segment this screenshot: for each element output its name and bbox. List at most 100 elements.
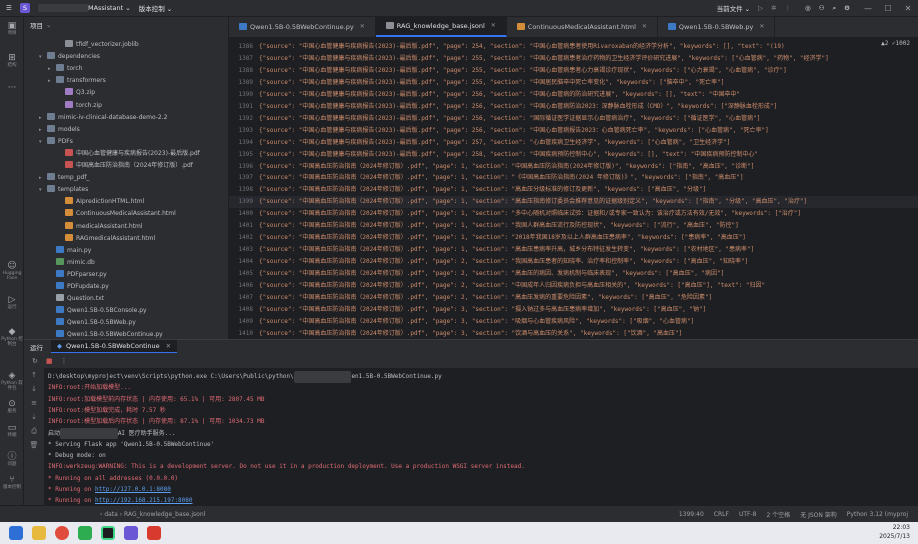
maximize-button[interactable]: ☐ bbox=[878, 4, 898, 13]
tree-item[interactable]: main.py bbox=[48, 245, 91, 257]
rerun-icon[interactable]: ↻ bbox=[32, 357, 38, 365]
code-line[interactable]: 1409 {"source": "中国高血压防治指南（2024年修订版）.pdf"… bbox=[229, 316, 918, 328]
pycharm-icon[interactable] bbox=[101, 526, 115, 540]
tree-item[interactable]: Qwen1.5B-0.5BConsole.py bbox=[48, 305, 147, 317]
tree-item[interactable]: Qwen1.5B-0.5BWeb.py bbox=[48, 317, 136, 329]
project-badge[interactable]: S bbox=[19, 3, 30, 13]
tool-vcs[interactable]: ⑂ 版本控制 bbox=[0, 475, 24, 490]
project-panel-title[interactable]: 项目 bbox=[30, 20, 43, 30]
tree-item[interactable]: ContinuousMedicalAssistant.html bbox=[57, 208, 176, 220]
line-separator[interactable]: CRLF bbox=[714, 511, 729, 518]
code-line[interactable]: 1404 {"source": "中国高血压防治指南（2024年修订版）.pdf"… bbox=[229, 256, 918, 268]
tool-terminal[interactable]: ▭ 终端 bbox=[0, 423, 24, 438]
tree-item[interactable]: 中国高血压防治指南（2024年修订版）.pdf bbox=[57, 160, 193, 172]
tool-python-console[interactable]: ◆ Python 控制台 bbox=[0, 327, 24, 347]
run-tab[interactable]: ◆ Qwen1.5B-0.5BWebContinue ✕ bbox=[51, 339, 178, 354]
arrow-down-icon[interactable]: ↓ bbox=[24, 382, 44, 396]
tree-item[interactable]: tfidf_vectorizer.joblib bbox=[57, 39, 139, 51]
windows-start-icon[interactable] bbox=[9, 526, 23, 540]
close-icon[interactable]: ✕ bbox=[642, 23, 647, 30]
close-icon[interactable]: ✕ bbox=[759, 23, 764, 30]
code-line[interactable]: 1396 {"source": "中国高血压防治指南（2024年修订版）.pdf"… bbox=[229, 161, 918, 173]
tool-run[interactable]: ▷ 运行 bbox=[0, 295, 24, 310]
more-icon[interactable]: ⋮ bbox=[61, 357, 68, 365]
code-line[interactable]: 1392 {"source": "中国心血管健康与疾病报告(2023)-最后版.p… bbox=[229, 113, 918, 125]
tool-structure[interactable]: ⊞ 结构 bbox=[0, 53, 24, 68]
code-line[interactable]: 1402 {"source": "中国高血压防治指南（2024年修订版）.pdf"… bbox=[229, 232, 918, 244]
code-line[interactable]: 1400 {"source": "中国高血压防治指南（2024年修订版）.pdf"… bbox=[229, 208, 918, 220]
tree-item[interactable]: medicalAssistant.html bbox=[57, 221, 143, 233]
tree-item[interactable]: Question.txt bbox=[48, 293, 104, 305]
code-editor[interactable]: ▲2 ✓1002 1386 {"source": "中国心血管健康与疾病报告(20… bbox=[229, 38, 918, 339]
close-icon[interactable]: ✕ bbox=[360, 23, 365, 30]
code-line[interactable]: 1395 {"source": "中国心血管健康与疾病报告(2023)-最后版.p… bbox=[229, 149, 918, 161]
print-icon[interactable]: ⎙ bbox=[24, 424, 44, 438]
breadcrumb[interactable]: › data › RAG_knowledge_base.jsonl bbox=[100, 511, 205, 518]
code-line[interactable]: 1391 {"source": "中国心血管健康与疾病报告(2023)-最后版.p… bbox=[229, 101, 918, 113]
editor-tab[interactable]: Qwen1.5B-0.5BWebContinue.py ✕ bbox=[229, 16, 376, 37]
editor-tab[interactable]: Qwen1.5B-0.5BWeb.py ✕ bbox=[658, 16, 776, 37]
chevron-right-icon[interactable]: ▸ bbox=[39, 113, 47, 125]
code-line[interactable]: 1390 {"source": "中国心血管健康与疾病报告(2023)-最后版.p… bbox=[229, 89, 918, 101]
code-line[interactable]: 1410 {"source": "中国高血压防治指南（2024年修订版）.pdf"… bbox=[229, 328, 918, 339]
code-line[interactable]: 1398 {"source": "中国高血压防治指南（2024年修订版）.pdf"… bbox=[229, 184, 918, 196]
vcs-widget[interactable]: 版本控制 ⌄ bbox=[139, 3, 173, 13]
tree-item[interactable]: ▸ mimic-iv-clinical-database-demo-2.2 bbox=[39, 112, 167, 124]
code-line[interactable]: 1406 {"source": "中国高血压防治指南（2024年修订版）.pdf"… bbox=[229, 280, 918, 292]
chevron-right-icon[interactable]: ▸ bbox=[39, 173, 47, 185]
file-encoding[interactable]: UTF-8 bbox=[739, 511, 757, 518]
tool-project[interactable]: ▣ 项目 bbox=[0, 21, 24, 36]
tree-item[interactable]: ▾ dependencies bbox=[39, 51, 100, 63]
more-actions-icon[interactable]: ⋮ bbox=[785, 4, 792, 12]
editor-tab[interactable]: RAG_knowledge_base.jsonl ✕ bbox=[375, 16, 507, 37]
tree-item[interactable]: ▾ templates bbox=[39, 184, 88, 196]
chevron-down-icon[interactable]: ▾ bbox=[39, 137, 47, 149]
server-url-link[interactable]: http://127.0.0.1:8080 bbox=[95, 486, 171, 493]
code-line[interactable]: 1394 {"source": "中国心血管健康与疾病报告(2023)-最后版.p… bbox=[229, 137, 918, 149]
chevron-right-icon[interactable]: ▸ bbox=[48, 64, 56, 76]
tree-item[interactable]: RAGmedicalAssistant.html bbox=[57, 233, 155, 245]
tree-item[interactable]: AIpredictionHTML.html bbox=[57, 196, 144, 208]
file-explorer-icon[interactable] bbox=[32, 526, 46, 540]
code-line[interactable]: 1393 {"source": "中国心血管健康与疾病报告(2023)-最后版.p… bbox=[229, 125, 918, 137]
code-line[interactable]: 1405 {"source": "中国高血压防治指南（2024年修订版）.pdf"… bbox=[229, 268, 918, 280]
tree-item[interactable]: PDFparser.py bbox=[48, 269, 107, 281]
tree-item[interactable]: ▸ temp_pdf_ bbox=[39, 172, 89, 184]
chevron-right-icon[interactable]: ▸ bbox=[48, 76, 56, 88]
clock[interactable]: 22:03 2025/7/13 bbox=[879, 523, 910, 541]
chevron-right-icon[interactable]: ▸ bbox=[39, 125, 47, 137]
indent-setting[interactable]: 2 个空格 bbox=[766, 510, 790, 519]
chrome-icon[interactable] bbox=[55, 526, 69, 540]
project-name[interactable]: xxxxxxxxxxxxxMAssistant ⌄ bbox=[37, 4, 131, 12]
tree-item[interactable]: ▸ torch bbox=[48, 63, 82, 75]
close-icon[interactable]: ✕ bbox=[166, 342, 171, 350]
code-line[interactable]: 1401 {"source": "中国高血压防治指南（2024年修订版）.pdf"… bbox=[229, 220, 918, 232]
app-menu-icon[interactable]: ☰ bbox=[6, 4, 12, 12]
wrap-icon[interactable]: ≡ bbox=[24, 396, 44, 410]
close-button[interactable]: ✕ bbox=[898, 4, 918, 13]
code-line[interactable]: 1399 {"source": "中国高血压防治指南（2024年修订版）.pdf"… bbox=[229, 196, 918, 209]
delete-icon[interactable]: 🗑 bbox=[24, 438, 44, 452]
tool-huggingface[interactable]: ☺ Hugging Face bbox=[0, 261, 24, 281]
tree-item[interactable]: ▾ PDFs bbox=[39, 136, 73, 148]
app-icon[interactable] bbox=[124, 526, 138, 540]
tree-item[interactable]: 中国心血管健康与疾病报告(2023)-最后版.pdf bbox=[57, 148, 200, 160]
run-config-selector[interactable]: 当前文件 ⌄ bbox=[717, 3, 751, 13]
scroll-end-icon[interactable]: ⇣ bbox=[24, 410, 44, 424]
search-icon[interactable]: ⌕ bbox=[833, 4, 837, 13]
tool-services[interactable]: ⊙ 服务 bbox=[0, 399, 24, 414]
wechat-icon[interactable] bbox=[78, 526, 92, 540]
tree-item[interactable]: torch.zip bbox=[57, 100, 102, 112]
code-line[interactable]: 1389 {"source": "中国心血管健康与疾病报告(2023)-最后版.p… bbox=[229, 77, 918, 89]
tool-problems[interactable]: ⓘ 问题 bbox=[0, 449, 24, 467]
code-line[interactable]: 1407 {"source": "中国高血压防治指南（2024年修订版）.pdf"… bbox=[229, 292, 918, 304]
chevron-down-icon[interactable]: ▾ bbox=[39, 185, 47, 197]
tree-item[interactable]: Q3.zip bbox=[57, 87, 95, 99]
code-line[interactable]: 1386 {"source": "中国心血管健康与疾病报告(2023)-最后版.p… bbox=[229, 41, 918, 53]
json-schema[interactable]: 无 JSON 架构 bbox=[800, 510, 837, 519]
tree-item[interactable]: mimic.db bbox=[48, 257, 95, 269]
debug-icon[interactable]: ✲ bbox=[771, 4, 776, 12]
chevron-down-icon[interactable]: ⌄ bbox=[46, 21, 51, 29]
tool-python-packages[interactable]: ◈ Python 软件包 bbox=[0, 371, 24, 391]
tool-more[interactable]: ··· bbox=[0, 83, 24, 93]
